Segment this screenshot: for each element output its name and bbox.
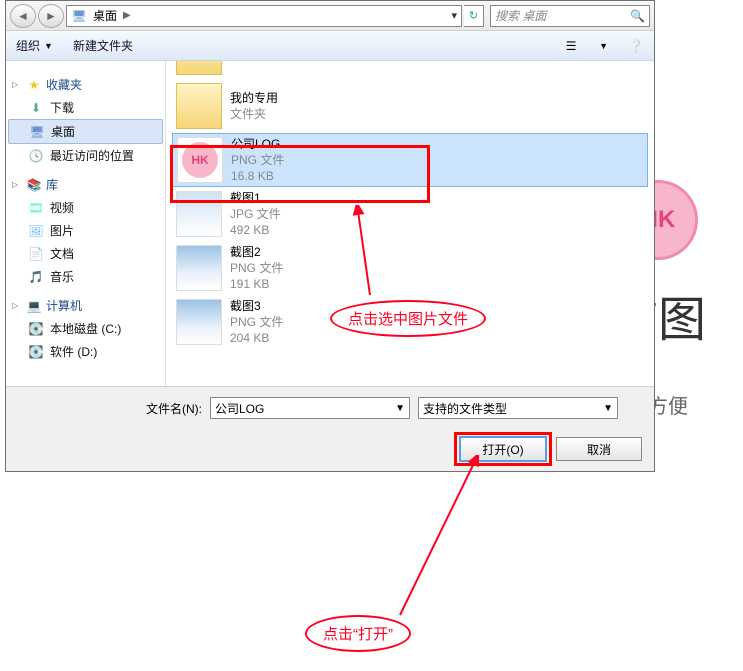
video-icon: 🎞: [28, 200, 44, 216]
sidebar-favorites-header[interactable]: ▷★收藏夹: [8, 73, 163, 96]
chevron-down-icon[interactable]: ▼: [599, 41, 608, 51]
annotation-callout-select: 点击选中图片文件: [330, 300, 486, 337]
jpg-thumbnail: [176, 191, 222, 237]
search-icon: 🔍: [630, 9, 645, 23]
file-type-filter[interactable]: 支持的文件类型▼: [418, 397, 618, 419]
music-icon: 🎵: [28, 269, 44, 285]
nav-bar: ◄ ► 🖥 桌面 ▶ ▾ ↻ 搜索 桌面 🔍: [6, 1, 654, 31]
annotation-arrow-open: [390, 455, 510, 625]
sidebar-item-documents[interactable]: 📄文档: [8, 242, 163, 265]
view-options-icon[interactable]: ☰: [563, 38, 579, 54]
folder-icon: [176, 83, 222, 129]
sidebar-item-recent[interactable]: 🕓最近访问的位置: [8, 144, 163, 167]
annotation-callout-open: 点击“打开”: [305, 615, 411, 652]
sidebar-item-pictures[interactable]: 🖼图片: [8, 219, 163, 242]
back-button[interactable]: ◄: [10, 4, 36, 28]
dialog-footer: 文件名(N): 公司LOG▼ 支持的文件类型▼ 打开(O) 取消: [6, 386, 654, 471]
chevron-down-icon: ▼: [44, 41, 53, 51]
search-input[interactable]: 搜索 桌面 🔍: [490, 5, 650, 27]
sidebar-item-drive-d[interactable]: 💽软件 (D:): [8, 340, 163, 363]
png-thumbnail: [176, 245, 222, 291]
organize-menu[interactable]: 组织 ▼: [16, 37, 53, 54]
star-icon: ★: [26, 77, 42, 93]
breadcrumb[interactable]: 🖥 桌面 ▶ ▾: [66, 5, 462, 27]
open-button[interactable]: 打开(O): [460, 437, 546, 461]
disk-icon: 💽: [28, 344, 44, 360]
path-segment[interactable]: 桌面: [93, 7, 117, 24]
forward-button[interactable]: ►: [38, 4, 64, 28]
nav-sidebar: ▷★收藏夹 ⬇下载 🖥桌面 🕓最近访问的位置 ▷📚库 🎞视频 🖼图片 📄文档 🎵…: [6, 61, 166, 386]
recent-icon: 🕓: [28, 148, 44, 164]
library-icon: 📚: [26, 177, 42, 193]
chevron-right-icon[interactable]: ▶: [123, 10, 131, 21]
organize-label: 组织: [16, 37, 40, 54]
new-folder-button[interactable]: 新建文件夹: [73, 37, 133, 54]
png-thumbnail: [176, 299, 222, 345]
document-icon: 📄: [28, 246, 44, 262]
path-dropdown-icon[interactable]: ▾: [451, 9, 457, 22]
chevron-down-icon: ▼: [603, 403, 613, 414]
dialog-body: ▷★收藏夹 ⬇下载 🖥桌面 🕓最近访问的位置 ▷📚库 🎞视频 🖼图片 📄文档 🎵…: [6, 61, 654, 386]
folder-icon: [176, 61, 222, 75]
sidebar-item-video[interactable]: 🎞视频: [8, 196, 163, 219]
sidebar-item-music[interactable]: 🎵音乐: [8, 265, 163, 288]
refresh-button[interactable]: ↻: [464, 5, 484, 27]
list-item[interactable]: 截图1JPG 文件492 KB: [172, 187, 648, 241]
png-thumbnail: HK: [177, 137, 223, 183]
sidebar-computer-header[interactable]: ▷💻计算机: [8, 294, 163, 317]
file-open-dialog: ◄ ► 🖥 桌面 ▶ ▾ ↻ 搜索 桌面 🔍 组织 ▼ 新建文件夹 ☰ ▼ ❔ …: [5, 0, 655, 472]
desktop-icon: 🖥: [71, 8, 87, 24]
help-icon[interactable]: ❔: [628, 38, 644, 54]
picture-icon: 🖼: [28, 223, 44, 239]
chevron-down-icon: ▼: [395, 403, 405, 414]
sidebar-item-drive-c[interactable]: 💽本地磁盘 (C:): [8, 317, 163, 340]
computer-icon: 💻: [26, 298, 42, 314]
sidebar-libraries-header[interactable]: ▷📚库: [8, 173, 163, 196]
download-icon: ⬇: [28, 100, 44, 116]
cancel-button[interactable]: 取消: [556, 437, 642, 461]
list-item-selected[interactable]: HK 公司LOGPNG 文件16.8 KB: [172, 133, 648, 187]
desktop-icon: 🖥: [29, 124, 45, 140]
disk-icon: 💽: [28, 321, 44, 337]
search-placeholder: 搜索 桌面: [495, 7, 546, 24]
list-item[interactable]: 我的专用文件夹: [172, 79, 648, 133]
filename-combo[interactable]: 公司LOG▼: [210, 397, 410, 419]
sidebar-item-desktop[interactable]: 🖥桌面: [8, 119, 163, 144]
file-list-pane[interactable]: 文件夹 我的专用文件夹 HK 公司LOGPNG 文件16.8 KB 截图1JPG…: [166, 61, 654, 386]
filename-label: 文件名(N):: [146, 400, 202, 417]
list-item[interactable]: 文件夹: [172, 61, 648, 79]
sidebar-item-downloads[interactable]: ⬇下载: [8, 96, 163, 119]
command-toolbar: 组织 ▼ 新建文件夹 ☰ ▼ ❔: [6, 31, 654, 61]
list-item[interactable]: 截图2PNG 文件191 KB: [172, 241, 648, 295]
